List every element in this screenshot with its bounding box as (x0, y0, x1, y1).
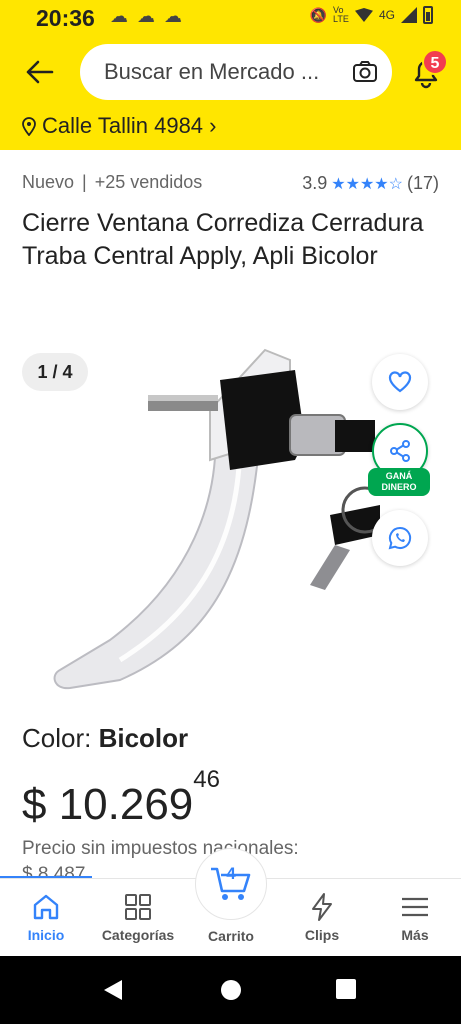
weather-icons: ☁ ☁ ☁ (110, 6, 185, 26)
search-input[interactable]: Buscar en Mercado ... (104, 59, 332, 85)
nav-label-categorias: Categorías (101, 927, 175, 943)
nav-label-inicio: Inicio (27, 927, 65, 943)
whatsapp-icon (388, 526, 412, 550)
rating[interactable]: 3.9 ★★★★☆ (17) (302, 173, 439, 194)
color-label-text: Color: (22, 723, 99, 753)
nav-label-carrito: Carrito (208, 928, 254, 944)
price-main: $ 10.269 (22, 780, 194, 829)
status-bar: 20:36 ☁ ☁ ☁ 🔕 Vo LTE 4G (0, 0, 461, 36)
mute-icon: 🔕 (309, 6, 327, 23)
sold-count: +25 vendidos (94, 172, 203, 192)
condition-label: Nuevo (22, 172, 75, 192)
volte-label: Vo LTE (332, 5, 349, 24)
system-navigation-bar (0, 956, 461, 1024)
star-rating-icon: ★★★★☆ (331, 175, 403, 193)
status-time: 20:36 (36, 5, 95, 31)
grid-icon (125, 894, 151, 920)
nav-label-clips: Clips (304, 927, 340, 943)
home-icon (33, 894, 59, 920)
price-tax-note: Precio sin impuestos nacionales: (22, 838, 299, 859)
rating-value: 3.9 (302, 173, 328, 193)
nav-item-categorias[interactable]: Categorías (92, 879, 184, 957)
delivery-address[interactable]: Calle Tallin 4984 › (22, 113, 216, 139)
favorite-button[interactable] (372, 354, 428, 410)
nav-item-carrito[interactable] (195, 848, 267, 920)
product-meta: Nuevo | +25 vendidos (22, 172, 202, 193)
system-home-icon[interactable] (219, 978, 243, 1002)
system-back-icon[interactable] (102, 978, 124, 1002)
network-label: 4G (378, 8, 395, 22)
search-bar[interactable]: Buscar en Mercado ... (80, 44, 392, 100)
camera-icon[interactable] (352, 60, 378, 84)
header-bar: 20:36 ☁ ☁ ☁ 🔕 Vo LTE 4G Buscar en Mercad… (0, 0, 461, 150)
address-label: Calle Tallin 4984 › (42, 113, 217, 138)
meta-separator: | (82, 172, 87, 192)
product-image[interactable] (50, 340, 380, 700)
system-recents-icon[interactable] (335, 978, 357, 1000)
battery-icon (423, 6, 433, 24)
earn-money-badge: GANÁ DINERO (368, 468, 430, 496)
bolt-icon (312, 893, 332, 921)
cart-count: 4 (226, 864, 236, 883)
nav-label-mas: Más (401, 927, 429, 943)
share-icon (390, 440, 410, 462)
price: $ 10.26946 (22, 766, 220, 830)
nav-item-inicio[interactable]: Inicio (0, 879, 92, 957)
heart-icon (388, 371, 412, 393)
color-selector[interactable]: Color: Bicolor (22, 723, 188, 754)
whatsapp-share-button[interactable] (372, 510, 428, 566)
earn-line2: DINERO (381, 482, 417, 492)
earn-line1: GANÁ (385, 471, 413, 481)
nav-item-clips[interactable]: Clips (276, 879, 368, 957)
product-gallery[interactable]: 1 / 4 GANÁ DINERO (0, 330, 461, 700)
menu-icon (402, 897, 428, 917)
color-value: Bicolor (98, 723, 189, 753)
location-pin-icon (22, 116, 36, 137)
nav-item-mas[interactable]: Más (369, 879, 461, 957)
wifi-icon (354, 8, 373, 22)
signal-icon (401, 7, 417, 23)
back-arrow-icon[interactable] (22, 54, 58, 90)
rating-count: (17) (406, 173, 439, 193)
price-cents: 46 (193, 766, 220, 794)
product-title: Cierre Ventana Corrediza Cerradura Traba… (22, 209, 424, 270)
status-indicators: 🔕 Vo LTE 4G (310, 6, 433, 24)
notification-badge: 5 (422, 49, 448, 75)
